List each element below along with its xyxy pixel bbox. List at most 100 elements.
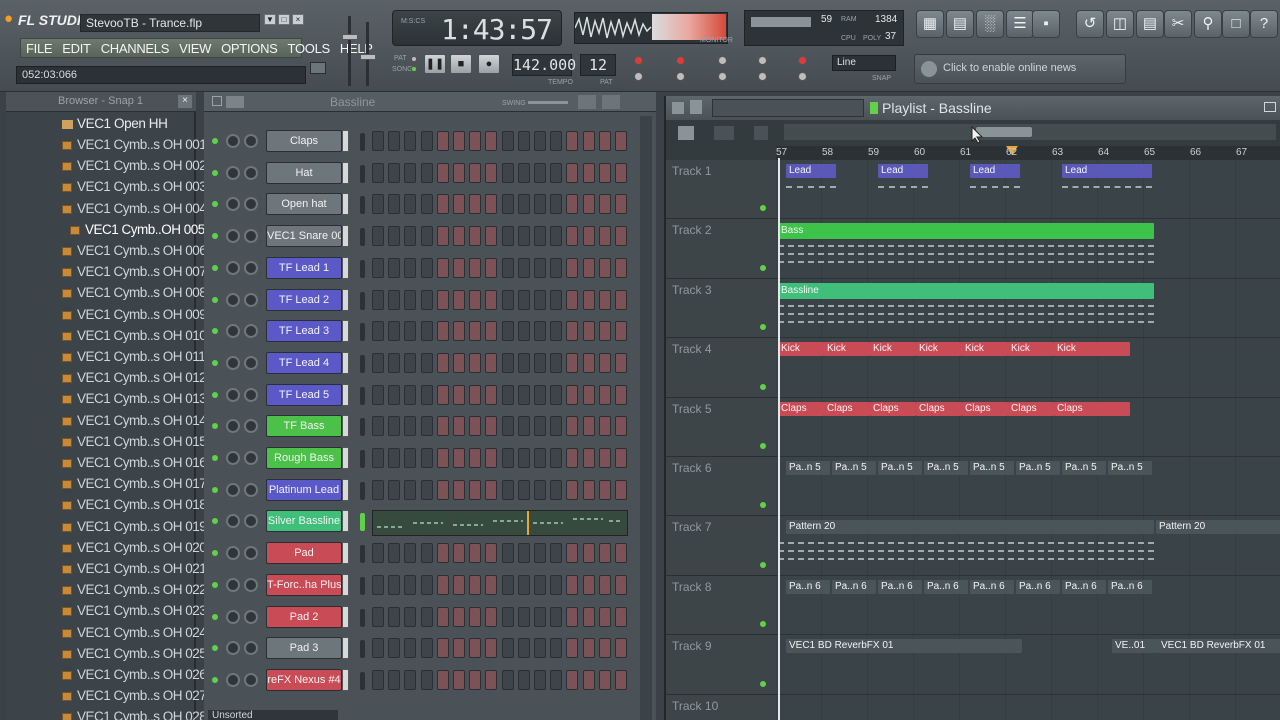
countdown-led[interactable] [718, 72, 727, 81]
channel-select[interactable] [360, 259, 365, 278]
step-button[interactable] [501, 638, 514, 659]
channel-mute-led[interactable] [212, 423, 218, 430]
track-header[interactable]: Track 5 [666, 397, 776, 457]
browser-file-item[interactable]: VEC1 Cymb..s OH 020 [62, 540, 207, 555]
pan-knob[interactable] [226, 641, 240, 656]
step-button[interactable] [404, 289, 417, 310]
channel-name-button[interactable]: reFX Nexus #4 [266, 668, 342, 691]
step-button[interactable] [517, 321, 530, 342]
step-button[interactable] [436, 194, 449, 215]
channel-select[interactable] [360, 354, 365, 373]
browser-file-item[interactable]: VEC1 Cymb..s OH 028 [62, 709, 207, 720]
step-button[interactable] [615, 479, 627, 500]
step-button[interactable] [388, 352, 401, 373]
channel-mute-led[interactable] [212, 676, 218, 683]
channel-select[interactable] [360, 576, 365, 595]
step-button[interactable] [566, 543, 579, 564]
step-button[interactable] [485, 257, 498, 278]
browser-file-item[interactable]: VEC1 Cymb..s OH 004 [62, 201, 207, 216]
step-button[interactable] [485, 448, 498, 468]
step-button[interactable] [485, 289, 498, 310]
step-button[interactable] [469, 606, 482, 627]
step-button[interactable] [582, 606, 595, 627]
step-button[interactable] [534, 479, 546, 500]
step-button[interactable] [615, 638, 627, 659]
channel-mute-led[interactable] [212, 328, 218, 335]
volume-knob[interactable] [244, 197, 258, 212]
volume-knob[interactable] [244, 546, 258, 561]
step-button[interactable] [566, 384, 579, 405]
wait-icon[interactable] [310, 62, 326, 74]
step-button[interactable] [598, 162, 611, 183]
volume-knob[interactable] [244, 451, 258, 465]
cut-icon[interactable]: ✂ [1164, 10, 1192, 38]
step-button[interactable] [420, 352, 433, 373]
pan-knob[interactable] [226, 165, 240, 180]
step-button[interactable] [420, 606, 433, 627]
step-button[interactable] [420, 226, 433, 247]
step-button[interactable] [485, 479, 498, 500]
channel-name-button[interactable]: TF Lead 1 [266, 256, 342, 279]
pattern-clip[interactable]: Kick [870, 342, 916, 357]
volume-knob[interactable] [244, 292, 258, 307]
volume-knob[interactable] [244, 577, 258, 592]
menu-icon[interactable] [226, 96, 244, 108]
step-button[interactable] [615, 669, 627, 690]
step-button[interactable] [372, 606, 384, 627]
step-button[interactable] [372, 479, 384, 500]
step-button[interactable] [598, 479, 611, 500]
step-button[interactable] [388, 289, 401, 310]
volume-knob[interactable] [244, 355, 258, 370]
browser-file-item[interactable]: VEC1 Cymb..s OH 019 [62, 519, 207, 534]
step-button[interactable] [566, 638, 579, 659]
step-button[interactable] [420, 257, 433, 278]
save-icon[interactable]: ◫ [1106, 10, 1134, 38]
record-icon[interactable]: ● [478, 54, 500, 74]
play-pattern-icon[interactable] [870, 102, 878, 114]
browser-file-item[interactable]: VEC1 Cymb..OH 005 [70, 222, 205, 237]
browser-file-item[interactable]: VEC1 Cymb..s OH 018 [62, 497, 207, 512]
step-button[interactable] [615, 352, 627, 373]
channel-name-button[interactable]: TF Lead 2 [266, 288, 342, 311]
step-button[interactable] [582, 352, 595, 373]
step-button[interactable] [420, 669, 433, 690]
song-pos-led[interactable] [798, 56, 807, 65]
step-button[interactable] [388, 321, 401, 342]
step-button[interactable] [550, 162, 563, 183]
step-button[interactable] [453, 574, 465, 595]
menu-options[interactable]: OPTIONS [216, 41, 282, 56]
step-button[interactable] [420, 131, 433, 151]
step-button[interactable] [453, 669, 465, 690]
step-button[interactable] [404, 638, 417, 659]
track-header[interactable]: Track 9 [666, 635, 776, 695]
stop-icon[interactable]: ■ [450, 54, 472, 74]
step-button[interactable] [615, 448, 627, 468]
step-button[interactable] [436, 669, 449, 690]
step-button[interactable] [582, 638, 595, 659]
channel-slider[interactable] [342, 351, 349, 374]
volume-knob[interactable] [244, 260, 258, 275]
step-button[interactable] [566, 131, 579, 151]
step-button[interactable] [453, 162, 465, 183]
track-lane[interactable] [776, 160, 1280, 220]
channel-select[interactable] [360, 545, 365, 564]
channel-mute-led[interactable] [212, 518, 218, 525]
step-button[interactable] [517, 448, 530, 468]
channel-slider[interactable] [342, 161, 349, 184]
keyboard-editor-icon[interactable] [602, 95, 620, 109]
step-button[interactable] [582, 257, 595, 278]
step-button[interactable] [566, 574, 579, 595]
browser-file-item[interactable]: VEC1 Cymb..s OH 022 [62, 582, 207, 597]
step-button[interactable] [615, 574, 627, 595]
step-button[interactable] [436, 448, 449, 468]
mixer-icon[interactable]: ☰ [1006, 10, 1034, 38]
step-button[interactable] [550, 321, 563, 342]
track-mute-led[interactable] [760, 442, 766, 449]
step-button[interactable] [436, 638, 449, 659]
step-button[interactable] [404, 574, 417, 595]
channel-slider[interactable] [342, 542, 349, 565]
channel-mute-led[interactable] [212, 645, 218, 652]
track-mute-led[interactable] [760, 680, 766, 687]
playlist-tools[interactable] [712, 99, 864, 117]
track-mute-led[interactable] [760, 264, 766, 271]
